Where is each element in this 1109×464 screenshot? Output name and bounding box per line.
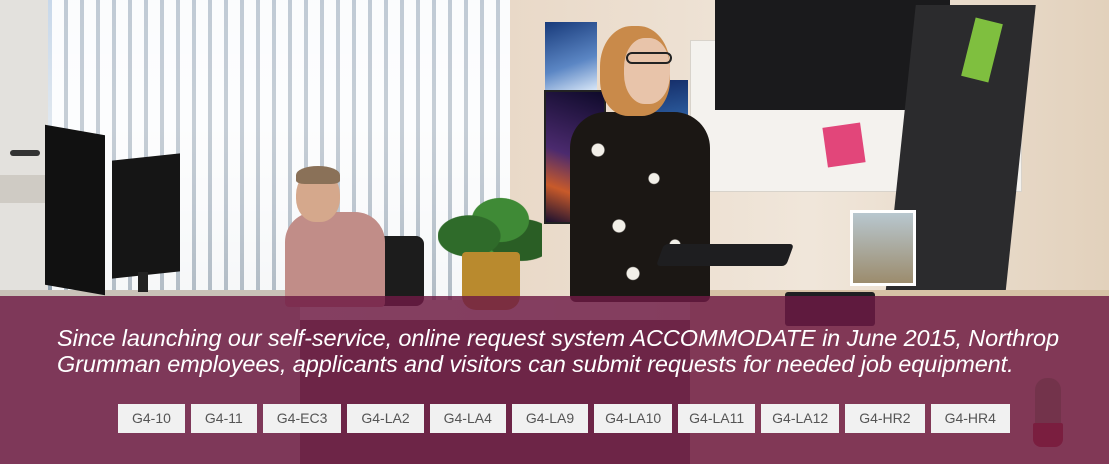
- seated-man: [285, 212, 385, 307]
- banner-caption: Since launching our self-service, online…: [57, 325, 1059, 377]
- tag-g4-la12[interactable]: G4-LA12: [761, 404, 840, 433]
- monitor: [45, 124, 105, 296]
- caption-overlay: [0, 296, 1109, 464]
- monitor: [112, 153, 180, 279]
- tag-g4-ec3[interactable]: G4-EC3: [262, 404, 342, 433]
- standing-woman: [570, 112, 710, 302]
- tag-g4-11[interactable]: G4-11: [190, 404, 257, 433]
- tag-g4-la2[interactable]: G4-LA2: [347, 404, 424, 433]
- woman-face: [624, 38, 670, 104]
- gri-tag-list: G4-10 G4-11 G4-EC3 G4-LA2 G4-LA4 G4-LA9 …: [118, 404, 1010, 433]
- man-hair: [296, 166, 340, 184]
- tag-g4-hr2[interactable]: G4-HR2: [845, 404, 925, 433]
- tag-g4-hr4[interactable]: G4-HR4: [930, 404, 1010, 433]
- glasses: [626, 52, 672, 64]
- keyboard: [655, 244, 795, 266]
- tag-g4-la10[interactable]: G4-LA10: [594, 404, 673, 433]
- monitor-stand: [138, 272, 148, 292]
- tag-g4-la4[interactable]: G4-LA4: [429, 404, 506, 433]
- cabinet-handle: [10, 150, 40, 156]
- photo-frame: [850, 210, 916, 286]
- sticky-note: [822, 122, 866, 168]
- hero-banner: Since launching our self-service, online…: [0, 0, 1109, 464]
- wall-poster: [545, 22, 597, 90]
- tag-g4-10[interactable]: G4-10: [118, 404, 185, 433]
- tag-g4-la11[interactable]: G4-LA11: [678, 404, 756, 433]
- tag-g4-la9[interactable]: G4-LA9: [511, 404, 589, 433]
